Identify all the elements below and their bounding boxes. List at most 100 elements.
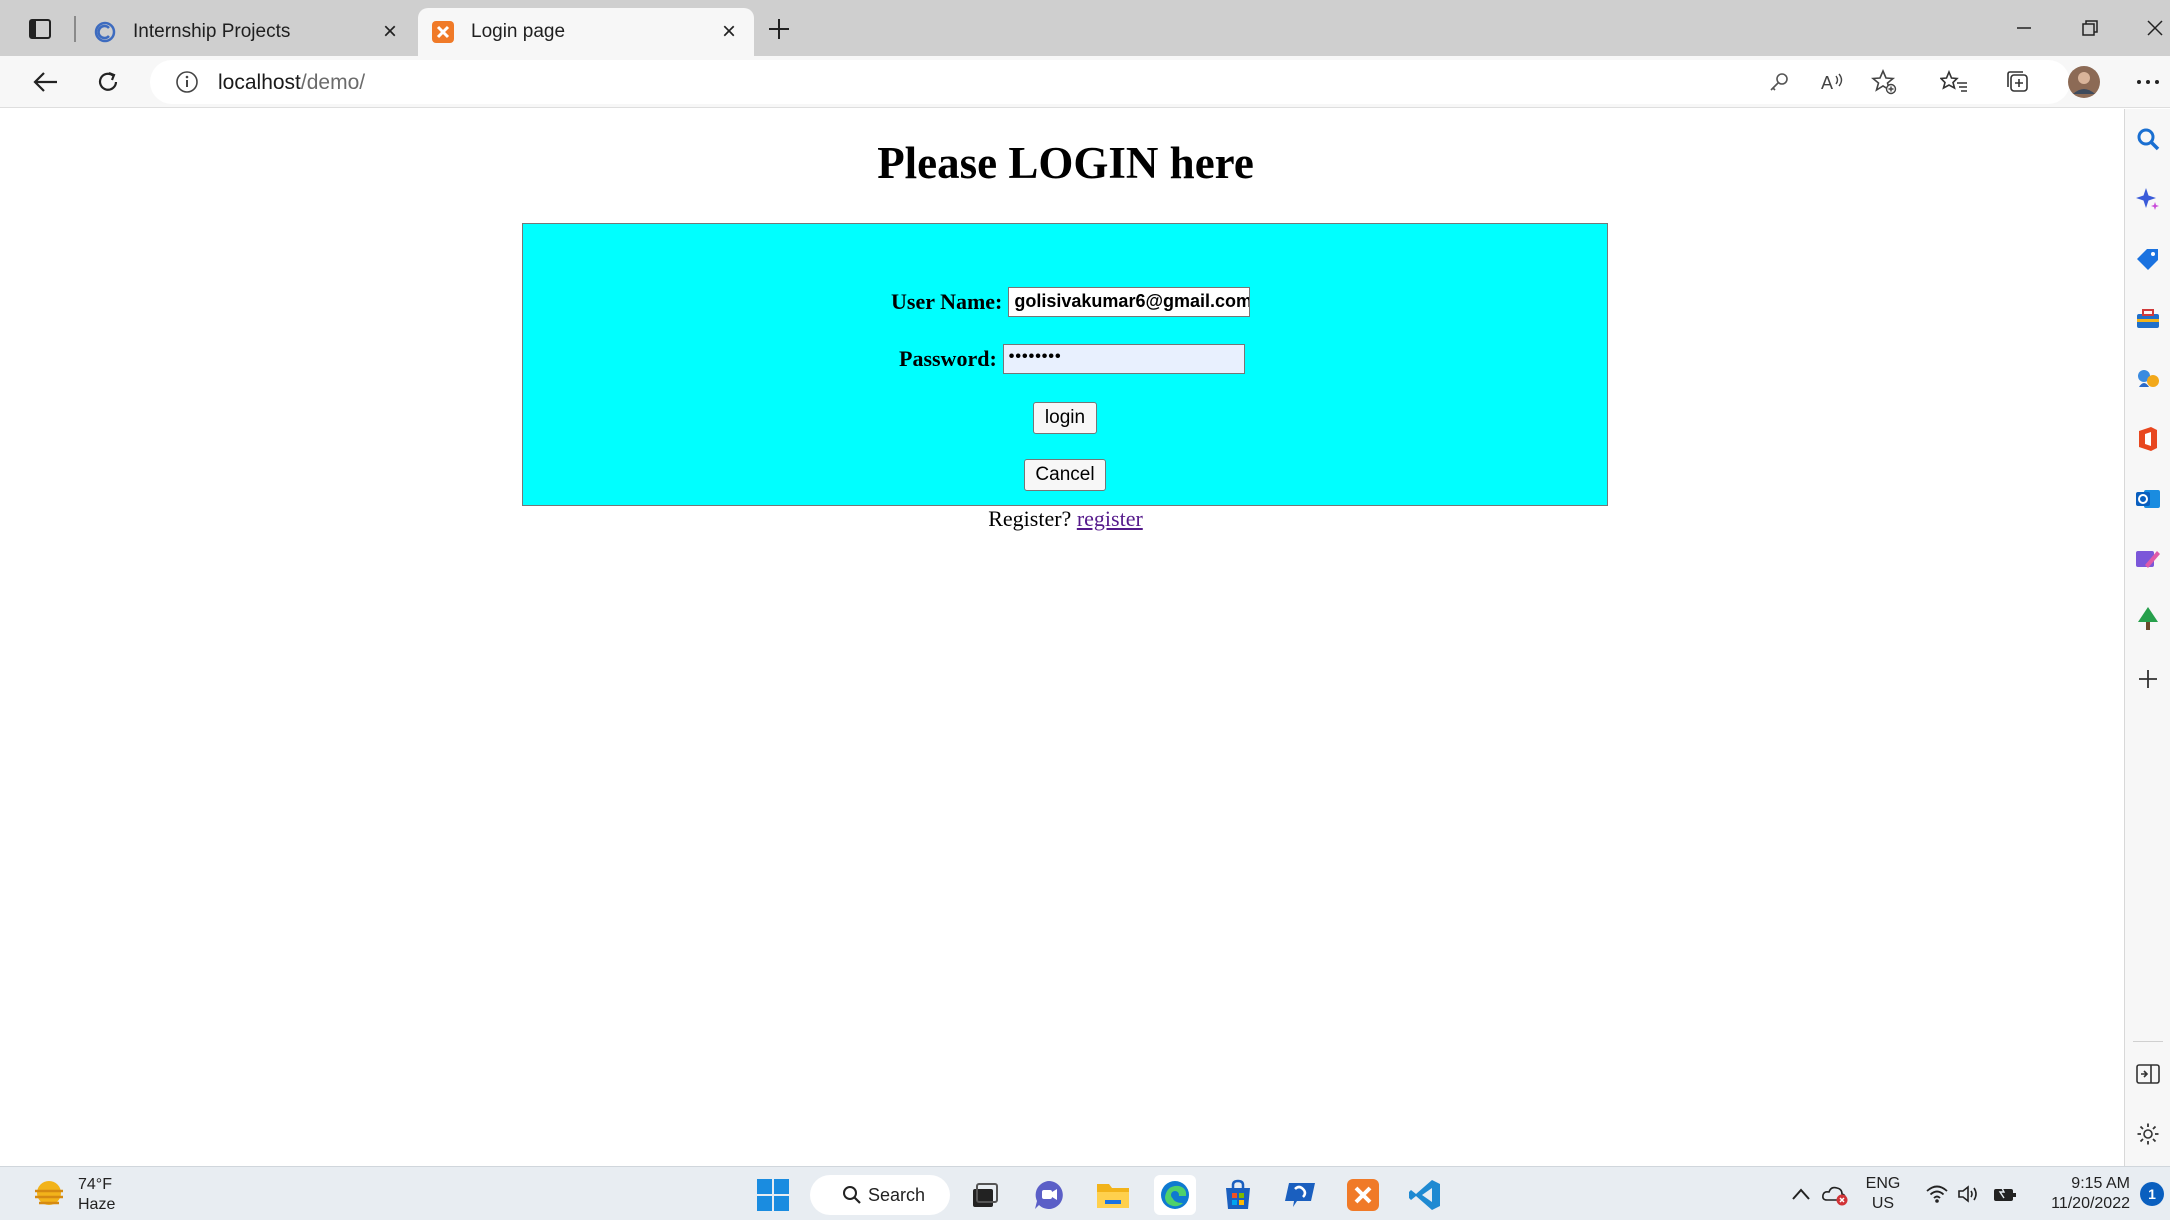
- windows-taskbar: 74°F Haze Search ENG US 9:15 AM 11/20/20…: [0, 1166, 2170, 1220]
- minimize-icon: [2017, 27, 2031, 29]
- chevron-up-icon[interactable]: [1786, 1179, 1816, 1209]
- read-aloud-icon[interactable]: A: [1815, 66, 1849, 98]
- tab-favicon-icon: [92, 19, 118, 45]
- edge-sidebar: [2124, 109, 2170, 1166]
- register-link[interactable]: register: [1077, 506, 1143, 531]
- search-label: Search: [868, 1184, 926, 1205]
- login-button[interactable]: login: [1033, 402, 1097, 434]
- onedrive-error-icon[interactable]: [1820, 1179, 1850, 1209]
- volume-icon[interactable]: [1954, 1179, 1984, 1209]
- xampp-favicon-icon: [430, 19, 456, 45]
- split-screen-icon[interactable]: [2133, 1059, 2163, 1089]
- avatar: [2068, 66, 2100, 98]
- clock-time: 9:15 AM: [2071, 1175, 2130, 1192]
- games-icon[interactable]: [2133, 364, 2163, 394]
- tab-internship-projects[interactable]: Internship Projects ×: [80, 8, 415, 56]
- restore-button[interactable]: [2070, 10, 2110, 46]
- password-row: Password: ••••••••: [899, 344, 1245, 374]
- password-label: Password:: [899, 346, 997, 371]
- username-label: User Name:: [891, 289, 1003, 314]
- register-line: Register? register: [8, 506, 2123, 532]
- tree-icon[interactable]: [2133, 604, 2163, 634]
- site-info-icon[interactable]: [170, 66, 204, 98]
- address-bar[interactable]: localhost/demo/ A: [150, 60, 2070, 104]
- tab-actions-button[interactable]: [18, 12, 62, 46]
- refresh-icon: [98, 71, 118, 91]
- windows-start-icon[interactable]: [752, 1175, 794, 1215]
- close-tab-icon[interactable]: ×: [712, 15, 746, 49]
- language-indicator[interactable]: ENG US: [1862, 1174, 1904, 1214]
- restore-icon: [2082, 20, 2098, 36]
- shopping-tag-icon[interactable]: [2133, 244, 2163, 274]
- weather-desc: Haze: [78, 1196, 116, 1213]
- minimize-button[interactable]: [2004, 10, 2044, 46]
- url-path: /demo/: [300, 71, 366, 94]
- tools-icon[interactable]: [2133, 304, 2163, 334]
- outlook-icon[interactable]: [2133, 484, 2163, 514]
- sidebar-divider: [2133, 1041, 2163, 1042]
- tab-login-page[interactable]: Login page ×: [418, 8, 754, 56]
- weather-widget[interactable]: 74°F Haze: [32, 1175, 115, 1215]
- search-icon[interactable]: [2133, 124, 2163, 154]
- office-icon[interactable]: [2133, 424, 2163, 454]
- clock[interactable]: 9:15 AM 11/20/2022: [2030, 1174, 2130, 1214]
- collections-button[interactable]: [1998, 64, 2038, 100]
- weather-temp: 74°F: [78, 1176, 112, 1193]
- tab-title: Internship Projects: [133, 21, 291, 42]
- settings-more-button[interactable]: [2128, 64, 2168, 100]
- close-window-button[interactable]: [2135, 10, 2170, 46]
- refresh-button[interactable]: [88, 64, 128, 100]
- url-host: localhost: [218, 71, 301, 94]
- url-text[interactable]: localhost/demo/: [218, 71, 365, 95]
- add-icon[interactable]: [2133, 664, 2163, 694]
- tab-strip: Internship Projects × Login page ×: [0, 0, 2170, 56]
- favorites-button[interactable]: [1934, 64, 1974, 100]
- add-favorite-icon[interactable]: [1867, 66, 1901, 98]
- password-input[interactable]: ••••••••: [1002, 344, 1245, 374]
- profile-button[interactable]: [2064, 64, 2104, 100]
- close-icon: [2147, 20, 2163, 36]
- svg-text:A: A: [1821, 73, 1833, 93]
- copilot-icon[interactable]: [2133, 184, 2163, 214]
- browser-toolbar: localhost/demo/ A: [0, 56, 2170, 108]
- new-tab-button[interactable]: [762, 12, 796, 46]
- taskbar-search[interactable]: Search: [810, 1175, 950, 1215]
- edge-icon[interactable]: [1154, 1175, 1196, 1215]
- search-icon: [843, 1186, 861, 1204]
- settings-icon[interactable]: [2133, 1119, 2163, 1149]
- task-view-icon[interactable]: [963, 1175, 1005, 1215]
- vscode-icon[interactable]: [1404, 1175, 1446, 1215]
- login-form: User Name: golisivakumar6@gmail.com Pass…: [522, 223, 1608, 506]
- lang-top: ENG: [1865, 1175, 1901, 1192]
- page-title: Please LOGIN here: [877, 138, 1254, 188]
- web-page: Please LOGIN here User Name: golisivakum…: [8, 109, 2123, 1166]
- wifi-icon[interactable]: [1922, 1179, 1952, 1209]
- username-input[interactable]: golisivakumar6@gmail.com: [1008, 287, 1251, 317]
- teams-chat-icon[interactable]: [1028, 1175, 1070, 1215]
- back-button[interactable]: [26, 64, 66, 100]
- cancel-button[interactable]: Cancel: [1024, 459, 1106, 491]
- username-row: User Name: golisivakumar6@gmail.com: [891, 287, 1251, 317]
- file-explorer-icon[interactable]: [1092, 1175, 1134, 1215]
- battery-icon[interactable]: [1990, 1179, 2020, 1209]
- notification-badge[interactable]: 1: [2140, 1182, 2164, 1206]
- plus-icon: [769, 19, 789, 39]
- screen: Internship Projects × Login page × local…: [0, 0, 2170, 1220]
- back-arrow-icon: [33, 72, 57, 92]
- app-icon[interactable]: [1279, 1175, 1321, 1215]
- more-dots-icon: [2137, 80, 2159, 84]
- lang-bottom: US: [1871, 1195, 1895, 1212]
- password-key-icon[interactable]: [1762, 66, 1796, 98]
- tab-title: Login page: [471, 21, 566, 42]
- tab-actions-icon: [29, 19, 51, 39]
- weather-haze-icon: [35, 1181, 63, 1205]
- clock-date: 11/20/2022: [2051, 1195, 2130, 1212]
- tab-separator: [74, 16, 76, 42]
- favorites-icon: [1940, 70, 1967, 92]
- xampp-icon[interactable]: [1342, 1175, 1384, 1215]
- store-icon[interactable]: [1217, 1175, 1259, 1215]
- register-prompt: Register?: [988, 506, 1072, 531]
- designer-icon[interactable]: [2133, 544, 2163, 574]
- close-tab-icon[interactable]: ×: [373, 15, 407, 49]
- collections-icon: [2007, 71, 2028, 92]
